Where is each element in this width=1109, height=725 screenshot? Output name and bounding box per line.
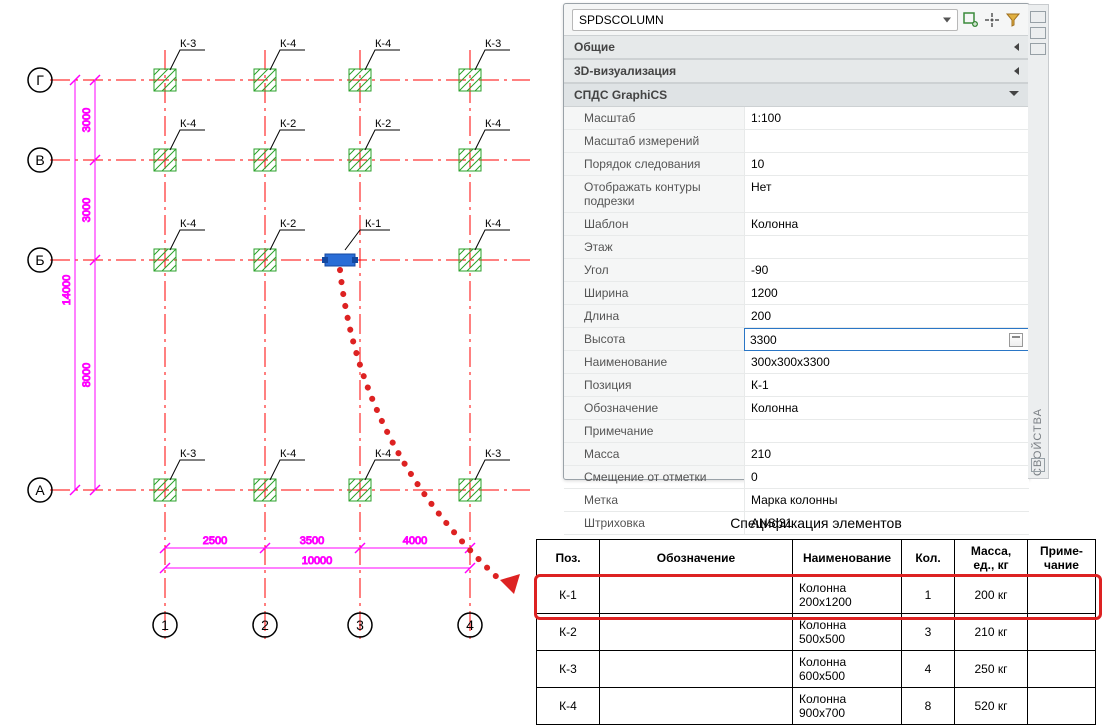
section-3dvis[interactable]: 3D-визуализация <box>564 59 1029 83</box>
prop-value[interactable]: 1:100 <box>744 107 1029 130</box>
svg-text:2500: 2500 <box>203 535 227 547</box>
spec-header: Масса, ед., кг <box>955 540 1028 577</box>
property-grid: Масштаб1:100Масштаб измеренийПорядок сле… <box>564 107 1029 535</box>
spec-header: Поз. <box>537 540 600 577</box>
axis-row-b: Б <box>35 252 44 268</box>
svg-text:4000: 4000 <box>403 535 427 547</box>
prop-value[interactable]: К-1 <box>744 374 1029 397</box>
prop-value[interactable]: 210 <box>744 443 1029 466</box>
axis-col-2: 2 <box>261 617 269 633</box>
svg-text:К-3: К-3 <box>180 38 196 50</box>
prop-label: Высота <box>564 328 744 351</box>
prop-value[interactable]: 3300 <box>744 328 1029 351</box>
svg-text:3000: 3000 <box>81 108 93 132</box>
spec-header: Приме- чание <box>1028 540 1096 577</box>
spec-header: Обозначение <box>600 540 793 577</box>
svg-text:К-2: К-2 <box>375 118 391 130</box>
axis-row-a: А <box>35 482 45 498</box>
prop-value[interactable] <box>744 236 1029 259</box>
prop-label: Отображать контуры подрезки <box>564 176 744 213</box>
prop-label: Этаж <box>564 236 744 259</box>
prop-label: Шаблон <box>564 213 744 236</box>
spec-block: Спецификация элементов Поз.ОбозначениеНа… <box>536 515 1096 725</box>
svg-text:К-4: К-4 <box>180 118 196 130</box>
prop-label: Наименование <box>564 351 744 374</box>
svg-text:К-2: К-2 <box>280 118 296 130</box>
prop-value[interactable]: 200 <box>744 305 1029 328</box>
svg-text:К-1: К-1 <box>365 218 381 230</box>
calculator-icon[interactable] <box>1009 333 1023 347</box>
prop-label: Масштаб <box>564 107 744 130</box>
cad-plan: Г В Б А 1 2 3 4 3000 3000 8000 14000 250… <box>0 0 550 680</box>
prop-value[interactable]: Колонна <box>744 213 1029 236</box>
svg-text:К-3: К-3 <box>485 38 501 50</box>
prop-value[interactable] <box>744 130 1029 153</box>
properties-palette: СВОЙСТВА SPDSCOLUMN Общие 3D-визуализаци… <box>563 3 1030 480</box>
prop-value[interactable]: Марка колонны <box>744 489 1029 512</box>
svg-text:3000: 3000 <box>81 198 93 222</box>
prop-value[interactable]: 10 <box>744 153 1029 176</box>
prop-label: Обозначение <box>564 397 744 420</box>
svg-text:3500: 3500 <box>300 535 324 547</box>
prop-label: Порядок следования <box>564 153 744 176</box>
prop-label: Метка <box>564 489 744 512</box>
spec-row[interactable]: К-1Колонна 200x12001200 кг <box>537 577 1096 614</box>
svg-text:14000: 14000 <box>61 275 73 306</box>
prop-label: Масса <box>564 443 744 466</box>
spec-header: Наименование <box>793 540 902 577</box>
prop-label: Смещение от отметки <box>564 466 744 489</box>
axis-col-1: 1 <box>161 617 169 633</box>
spec-row[interactable]: К-3Колонна 600x5004250 кг <box>537 651 1096 688</box>
selected-column[interactable] <box>322 254 358 266</box>
svg-text:К-4: К-4 <box>180 218 196 230</box>
prop-value[interactable]: 0 <box>744 466 1029 489</box>
svg-text:К-2: К-2 <box>280 218 296 230</box>
svg-text:К-3: К-3 <box>485 448 501 460</box>
prop-label: Примечание <box>564 420 744 443</box>
spec-title: Спецификация элементов <box>536 515 1096 531</box>
prop-label: Длина <box>564 305 744 328</box>
axis-col-4: 4 <box>466 617 474 633</box>
svg-text:К-4: К-4 <box>485 218 501 230</box>
spec-row[interactable]: К-2Колонна 500x5003210 кг <box>537 614 1096 651</box>
prop-value[interactable]: Колонна <box>744 397 1029 420</box>
section-general[interactable]: Общие <box>564 35 1029 59</box>
svg-text:10000: 10000 <box>302 555 333 567</box>
svg-text:К-4: К-4 <box>280 448 296 460</box>
svg-text:К-3: К-3 <box>180 448 196 460</box>
prop-value[interactable]: 300x300x3300 <box>744 351 1029 374</box>
svg-text:К-4: К-4 <box>375 38 391 50</box>
svg-text:К-4: К-4 <box>485 118 501 130</box>
pick-icon[interactable] <box>984 12 1000 28</box>
spec-table: Поз.ОбозначениеНаименованиеКол.Масса, ед… <box>536 539 1096 725</box>
section-spds[interactable]: СПДС GraphiCS <box>564 83 1029 107</box>
prop-label: Масштаб измерений <box>564 130 744 153</box>
prop-value[interactable]: 1200 <box>744 282 1029 305</box>
prop-value[interactable]: Нет <box>744 176 1029 213</box>
filter-icon[interactable] <box>1005 12 1021 28</box>
spec-row[interactable]: К-4Колонна 900x7008520 кг <box>537 688 1096 725</box>
axis-row-g: Г <box>36 72 44 88</box>
svg-text:8000: 8000 <box>81 363 93 387</box>
prop-value[interactable] <box>744 420 1029 443</box>
prop-label: Угол <box>564 259 744 282</box>
axis-row-v: В <box>35 152 44 168</box>
svg-text:К-4: К-4 <box>280 38 296 50</box>
quick-select-icon[interactable] <box>963 12 979 28</box>
object-type-value: SPDSCOLUMN <box>579 13 664 27</box>
prop-label: Позиция <box>564 374 744 397</box>
prop-label: Ширина <box>564 282 744 305</box>
object-type-select[interactable]: SPDSCOLUMN <box>572 9 958 31</box>
axis-col-3: 3 <box>356 617 364 633</box>
prop-value[interactable]: -90 <box>744 259 1029 282</box>
svg-text:К-4: К-4 <box>375 448 391 460</box>
plan-svg: Г В Б А 1 2 3 4 3000 3000 8000 14000 250… <box>0 0 550 680</box>
spec-header: Кол. <box>902 540 955 577</box>
palette-sidebar[interactable]: СВОЙСТВА <box>1028 4 1049 479</box>
